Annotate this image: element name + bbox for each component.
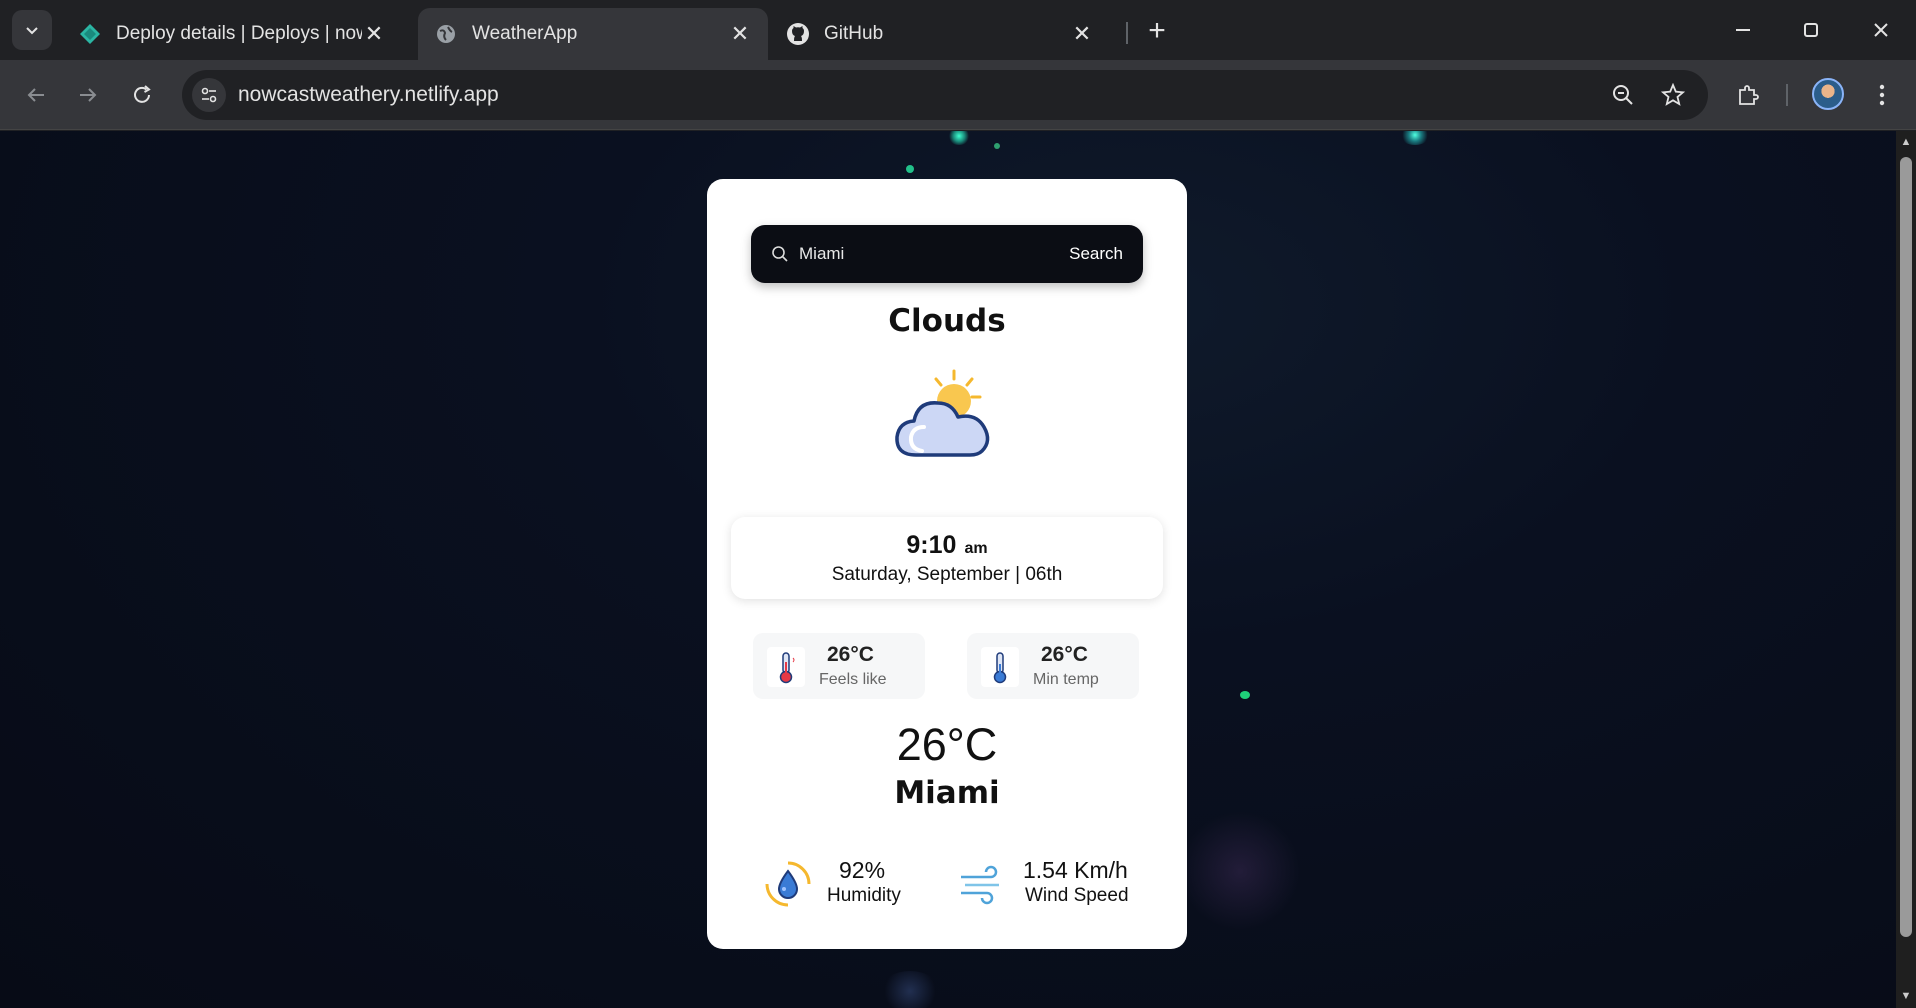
back-button[interactable]: [16, 75, 56, 115]
star: [1240, 691, 1250, 699]
wind-metric: 1.54 Km/h Wind Speed: [957, 855, 1157, 915]
time-date-panel: 9:10 am Saturday, September | 06th: [731, 517, 1163, 599]
puzzle-icon: [1739, 85, 1759, 105]
arrow-right-icon: [80, 88, 97, 102]
site-info-button[interactable]: [192, 78, 226, 112]
maximize-button[interactable]: [1786, 10, 1836, 50]
wind-value: 1.54 Km/h: [1023, 857, 1128, 883]
partly-cloudy-icon: [895, 369, 990, 457]
humidity-label: Humidity: [827, 885, 901, 906]
search-button[interactable]: Search: [1069, 239, 1123, 269]
address-bar[interactable]: nowcastweathery.netlify.app: [182, 70, 1708, 120]
tune-icon: [201, 87, 217, 103]
maximize-icon: [1804, 23, 1818, 37]
close-tab-icon[interactable]: ✕: [728, 21, 752, 46]
reload-icon: [134, 85, 151, 103]
nebula-glow: [880, 971, 940, 1008]
tab-title: Deploy details | Deploys | nowcastweathe…: [116, 23, 362, 44]
wind-label: Wind Speed: [1025, 885, 1129, 906]
close-window-button[interactable]: [1856, 10, 1906, 50]
humidity-value: 92%: [839, 857, 886, 883]
feels-like-label: Feels like: [819, 671, 887, 688]
search-input[interactable]: [799, 239, 1019, 269]
star: [948, 131, 970, 145]
star: [906, 165, 914, 173]
arrow-left-icon: [27, 88, 44, 102]
thermometer-icon: [767, 647, 805, 687]
tab-separator: [1126, 22, 1128, 44]
url-text[interactable]: nowcastweathery.netlify.app: [238, 83, 499, 107]
page-scrollbar[interactable]: ▲ ▼: [1896, 131, 1916, 1008]
page-background: Search Clouds 9:10 am Saturday, September…: [0, 131, 1896, 1008]
tab-github[interactable]: GitHub ✕: [770, 8, 1110, 60]
humidity-icon: [765, 861, 811, 907]
profile-avatar[interactable]: [1812, 78, 1844, 110]
min-temp-value: 26°C: [1041, 643, 1088, 666]
close-icon: [1874, 23, 1888, 37]
extensions-button[interactable]: [1728, 75, 1768, 115]
clock: 9:10 am: [731, 531, 1163, 560]
weather-condition: Clouds: [888, 303, 1006, 339]
scroll-down-icon[interactable]: ▼: [1899, 989, 1913, 1003]
toolbar-divider: [1786, 84, 1788, 106]
github-icon: [786, 22, 810, 46]
weather-card: Search Clouds 9:10 am Saturday, September…: [707, 179, 1187, 949]
current-temperature: 26°C: [896, 719, 998, 770]
search-bar: Search: [751, 225, 1143, 283]
tab-search-button[interactable]: [12, 10, 52, 50]
close-tab-icon[interactable]: ✕: [1070, 21, 1094, 46]
tab-deploy-details[interactable]: Deploy details | Deploys | nowcastweathe…: [62, 8, 402, 60]
clock-ampm: am: [964, 540, 988, 557]
netlify-icon: [78, 22, 102, 46]
min-temp-label: Min temp: [1033, 671, 1099, 688]
humidity-metric: 92% Humidity: [763, 855, 923, 915]
star: [994, 143, 1000, 149]
star: [1400, 131, 1430, 145]
scroll-thumb[interactable]: [1900, 157, 1912, 937]
minimize-icon: [1736, 29, 1750, 31]
tab-weatherapp[interactable]: WeatherApp ✕: [418, 8, 768, 60]
search-icon: [772, 246, 788, 262]
wind-icon: [961, 865, 999, 905]
reload-button[interactable]: [122, 75, 162, 115]
min-temp-card: 26°C Min temp: [967, 633, 1139, 699]
tab-title: WeatherApp: [472, 23, 578, 44]
globe-icon: [434, 22, 458, 46]
chevron-down-icon: [26, 27, 38, 35]
thermometer-cold-icon: [981, 647, 1019, 687]
browser-toolbar: nowcastweathery.netlify.app: [0, 60, 1916, 130]
scroll-up-icon[interactable]: ▲: [1899, 135, 1913, 149]
city-name: Miami: [894, 775, 1000, 811]
bookmark-star-icon[interactable]: [1658, 80, 1688, 110]
nebula-glow: [1180, 811, 1300, 931]
close-tab-icon[interactable]: ✕: [362, 21, 386, 46]
tab-title: GitHub: [824, 23, 884, 44]
date-text: Saturday, September | 06th: [831, 564, 1063, 585]
feels-like-card: 26°C Feels like: [753, 633, 925, 699]
new-tab-button[interactable]: +: [1140, 14, 1174, 48]
clock-time: 9:10: [906, 531, 957, 559]
feels-like-value: 26°C: [827, 643, 874, 666]
menu-button[interactable]: [1862, 75, 1902, 115]
more-vert-icon: [1879, 84, 1885, 106]
zoom-icon[interactable]: [1608, 80, 1638, 110]
forward-button[interactable]: [68, 75, 108, 115]
tab-strip: Deploy details | Deploys | nowcastweathe…: [0, 0, 1916, 60]
minimize-button[interactable]: [1718, 10, 1768, 50]
